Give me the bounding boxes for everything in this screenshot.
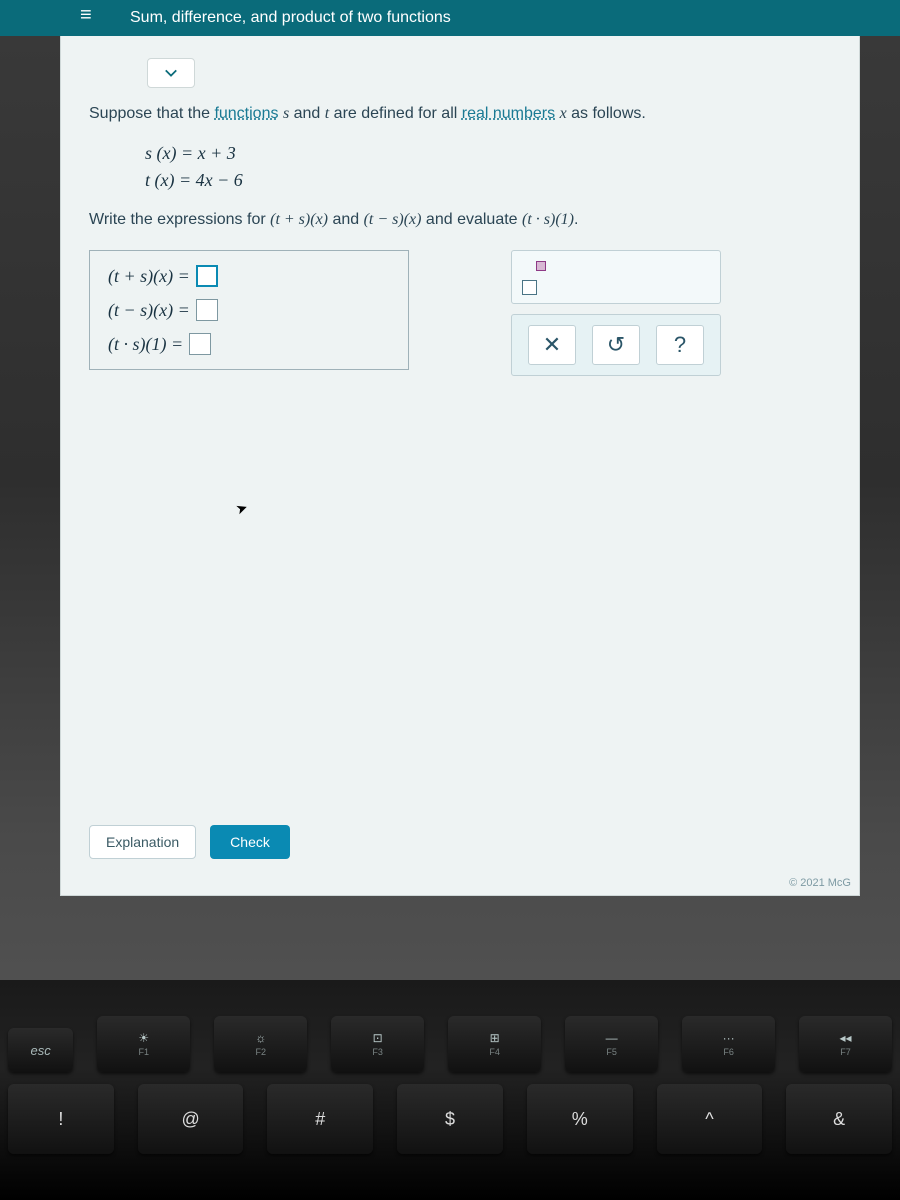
key-6: ^ — [657, 1084, 763, 1154]
expr-tms: (t − s)(x) — [364, 211, 422, 228]
redo-button[interactable]: ↺ — [592, 325, 640, 365]
action-tool-row: ✕ ↺ ? — [511, 314, 721, 376]
text: as follows. — [567, 105, 646, 122]
link-functions[interactable]: functions — [214, 105, 278, 122]
answer-label-1: (t + s)(x) = — [108, 266, 190, 287]
answer-input-1[interactable] — [196, 265, 218, 287]
key-f1: ☀F1 — [97, 1016, 190, 1072]
key-f7: ◂◂F7 — [799, 1016, 892, 1072]
equation-s: s (x) = x + 3 — [145, 140, 831, 167]
key-5: % — [527, 1084, 633, 1154]
page-title: Sum, difference, and product of two func… — [130, 9, 451, 27]
text: Suppose that the — [89, 105, 214, 122]
keyboard-fn-row: esc ☀F1 ☼F2 ⊡F3 ⊞F4 —F5 ···F6 ◂◂F7 — [0, 1010, 900, 1078]
answer-line-3: (t · s)(1) = — [108, 333, 390, 355]
clear-button[interactable]: ✕ — [528, 325, 576, 365]
var-x: x — [560, 105, 567, 122]
answer-line-1: (t + s)(x) = — [108, 265, 390, 287]
key-f3: ⊡F3 — [331, 1016, 424, 1072]
exponent-sup-icon — [536, 261, 546, 271]
rewind-icon: ◂◂ — [840, 1031, 852, 1045]
f6-icon: ··· — [723, 1031, 735, 1045]
physical-keyboard: esc ☀F1 ☼F2 ⊡F3 ⊞F4 —F5 ···F6 ◂◂F7 ! @ #… — [0, 980, 900, 1200]
copyright-text: © 2021 McG — [789, 877, 851, 889]
launchpad-icon: ⊞ — [490, 1031, 500, 1045]
key-f6: ···F6 — [682, 1016, 775, 1072]
given-equations: s (x) = x + 3 t (x) = 4x − 6 — [145, 140, 831, 194]
answer-box: (t + s)(x) = (t − s)(x) = (t · s)(1) = — [89, 250, 409, 370]
key-2: @ — [138, 1084, 244, 1154]
answer-label-2: (t − s)(x) = — [108, 300, 190, 321]
x-icon: ✕ — [543, 332, 561, 358]
help-icon: ? — [674, 332, 686, 358]
text: Write the expressions for — [89, 211, 270, 228]
answer-area: (t + s)(x) = (t − s)(x) = (t · s)(1) = — [89, 250, 831, 376]
text: . — [574, 211, 578, 228]
mission-control-icon: ⊡ — [373, 1031, 383, 1045]
expr-tps: (t + s)(x) — [270, 211, 328, 228]
collapse-toggle[interactable] — [147, 58, 195, 88]
answer-label-3: (t · s)(1) = — [108, 334, 183, 355]
explanation-button[interactable]: Explanation — [89, 825, 196, 859]
chevron-down-icon — [164, 66, 178, 80]
text: and — [289, 105, 325, 122]
key-f2: ☼F2 — [214, 1016, 307, 1072]
keyboard-num-row: ! @ # $ % ^ & — [0, 1078, 900, 1160]
math-tool-panel: ✕ ↺ ? — [511, 250, 721, 376]
key-esc: esc — [8, 1028, 73, 1072]
key-3: # — [267, 1084, 373, 1154]
key-f5: —F5 — [565, 1016, 658, 1072]
menu-icon[interactable]: ≡ — [80, 4, 92, 27]
expr-ts1: (t · s)(1) — [522, 211, 574, 228]
equation-t: t (x) = 4x − 6 — [145, 167, 831, 194]
help-button[interactable]: ? — [656, 325, 704, 365]
key-1: ! — [8, 1084, 114, 1154]
problem-card: Suppose that the functions s and t are d… — [60, 36, 860, 896]
exponent-base-icon — [522, 280, 537, 295]
text: and — [328, 211, 364, 228]
f5-icon: — — [606, 1031, 618, 1045]
key-4: $ — [397, 1084, 503, 1154]
submit-row: Explanation Check — [89, 825, 290, 859]
check-button[interactable]: Check — [210, 825, 290, 859]
key-f4: ⊞F4 — [448, 1016, 541, 1072]
exponent-button[interactable] — [522, 259, 560, 295]
link-real-numbers[interactable]: real numbers — [462, 105, 555, 122]
answer-input-3[interactable] — [189, 333, 211, 355]
answer-input-2[interactable] — [196, 299, 218, 321]
text: are defined for all — [329, 105, 462, 122]
problem-instruction: Write the expressions for (t + s)(x) and… — [89, 208, 831, 232]
problem-intro: Suppose that the functions s and t are d… — [89, 102, 831, 126]
redo-icon: ↺ — [607, 332, 625, 358]
answer-line-2: (t − s)(x) = — [108, 299, 390, 321]
exponent-tool-row — [511, 250, 721, 304]
brightness-down-icon: ☀ — [138, 1031, 149, 1045]
key-7: & — [786, 1084, 892, 1154]
brightness-up-icon: ☼ — [255, 1031, 266, 1045]
page-header: ≡ Sum, difference, and product of two fu… — [0, 0, 900, 36]
text: and evaluate — [421, 211, 522, 228]
